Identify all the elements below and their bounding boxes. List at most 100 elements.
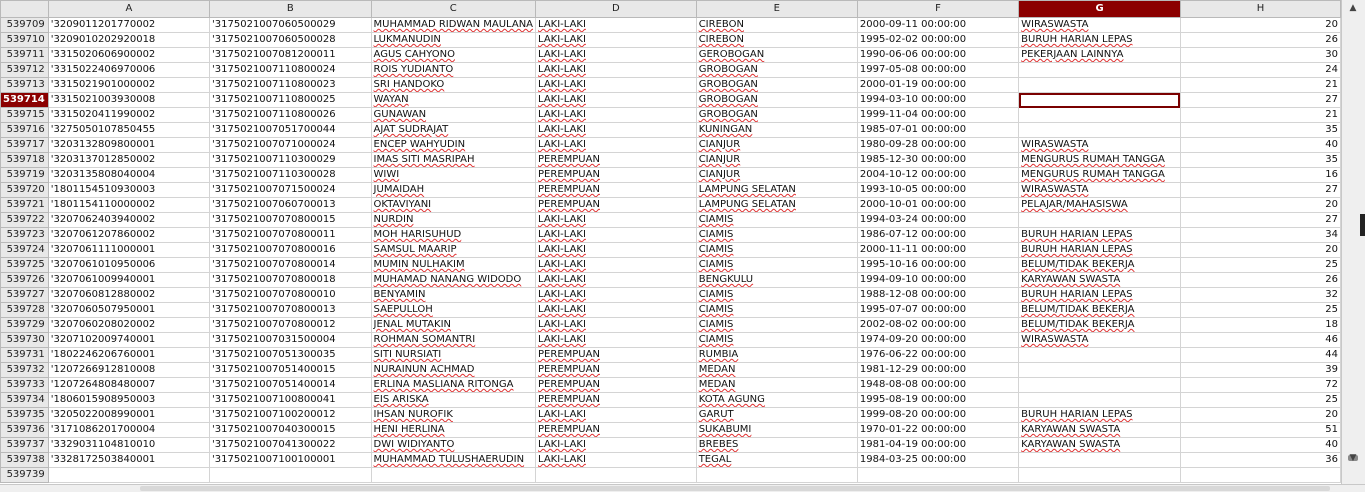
cell-h[interactable]: 26 — [1179, 32, 1341, 48]
cell-g[interactable]: BURUH HARIAN LEPAS — [1018, 287, 1181, 303]
row-header[interactable]: 539727 — [0, 287, 49, 303]
cell-e[interactable]: CIAMIS — [695, 287, 858, 303]
cell-f[interactable]: 2002-08-02 00:00:00 — [856, 317, 1020, 333]
cell-h[interactable]: 20 — [1179, 17, 1341, 33]
cell-c[interactable]: WIWI — [370, 167, 537, 183]
cell-a[interactable]: '3171086201700004 — [47, 422, 211, 438]
cell-c[interactable]: HENI HERLINA — [370, 422, 537, 438]
cell-h[interactable]: 25 — [1179, 257, 1341, 273]
cell-e[interactable]: GROBOGAN — [695, 77, 858, 93]
cell-e[interactable]: SUKABUMI — [695, 422, 858, 438]
cell-a[interactable]: '3315021901000002 — [47, 77, 211, 93]
cell-e[interactable]: GARUT — [695, 407, 858, 423]
cell-g[interactable] — [1018, 452, 1181, 468]
cell-h[interactable]: 21 — [1179, 77, 1341, 93]
cell-e[interactable]: CIAMIS — [695, 257, 858, 273]
cell-b[interactable]: '3175021007070800013 — [209, 302, 372, 318]
cell-b[interactable]: '3175021007110800023 — [209, 77, 372, 93]
cell-b[interactable] — [209, 467, 372, 483]
cell-g[interactable] — [1018, 62, 1181, 78]
cell-a[interactable]: '1806015908950003 — [47, 392, 211, 408]
cell-d[interactable]: LAKI-LAKI — [535, 107, 697, 123]
cell-f[interactable]: 1995-07-07 00:00:00 — [856, 302, 1020, 318]
column-header-c[interactable]: C — [370, 0, 537, 18]
cell-e[interactable]: CIANJUR — [695, 152, 858, 168]
cell-e[interactable]: CIREBON — [695, 32, 858, 48]
cell-g[interactable] — [1018, 122, 1181, 138]
cell-g[interactable]: KARYAWAN SWASTA — [1018, 437, 1181, 453]
row-header[interactable]: 539738 — [0, 452, 49, 468]
cell-b[interactable]: '3175021007110800026 — [209, 107, 372, 123]
cell-h[interactable]: 24 — [1179, 62, 1341, 78]
cell-g[interactable]: KARYAWAN SWASTA — [1018, 422, 1181, 438]
cell-g[interactable]: KARYAWAN SWASTA — [1018, 272, 1181, 288]
cell-b[interactable]: '3175021007041300022 — [209, 437, 372, 453]
cell-b[interactable]: '3175021007040300015 — [209, 422, 372, 438]
cell-f[interactable]: 1999-11-04 00:00:00 — [856, 107, 1020, 123]
cell-d[interactable]: LAKI-LAKI — [535, 242, 697, 258]
cell-d[interactable]: LAKI-LAKI — [535, 332, 697, 348]
cell-a[interactable]: '3207061010950006 — [47, 257, 211, 273]
row-header[interactable]: 539720 — [0, 182, 49, 198]
cell-c[interactable]: LUKMANUDIN — [370, 32, 537, 48]
row-header[interactable]: 539722 — [0, 212, 49, 228]
cell-c[interactable]: MOH HARISUHUD — [370, 227, 537, 243]
cell-b[interactable]: '3175021007051300035 — [209, 347, 372, 363]
cell-g[interactable]: BURUH HARIAN LEPAS — [1018, 407, 1181, 423]
cell-f[interactable]: 1985-12-30 00:00:00 — [856, 152, 1020, 168]
row-header[interactable]: 539736 — [0, 422, 49, 438]
cell-d[interactable]: LAKI-LAKI — [535, 212, 697, 228]
cell-g[interactable]: BELUM/TIDAK BEKERJA — [1018, 302, 1181, 318]
cell-b[interactable]: '3175021007100100001 — [209, 452, 372, 468]
row-header[interactable]: 539711 — [0, 47, 49, 63]
sidebar-collapse-handle-icon[interactable] — [1360, 214, 1365, 236]
cell-a[interactable]: '3207061111000001 — [47, 242, 211, 258]
cell-c[interactable]: ERLINA MASLIANA RITONGA — [370, 377, 537, 393]
row-header[interactable]: 539710 — [0, 32, 49, 48]
cell-c[interactable]: SAEPULLOH — [370, 302, 537, 318]
cell-h[interactable]: 36 — [1179, 452, 1341, 468]
cell-f[interactable]: 1974-09-20 00:00:00 — [856, 332, 1020, 348]
row-header[interactable]: 539732 — [0, 362, 49, 378]
cell-a[interactable]: '3315020411990002 — [47, 107, 211, 123]
cell-f[interactable]: 1995-02-02 00:00:00 — [856, 32, 1020, 48]
cell-b[interactable]: '3175021007110800025 — [209, 92, 372, 108]
cell-f[interactable]: 1995-10-16 00:00:00 — [856, 257, 1020, 273]
cell-h[interactable]: 21 — [1179, 107, 1341, 123]
row-header[interactable]: 539724 — [0, 242, 49, 258]
cell-b[interactable]: '3175021007070800015 — [209, 212, 372, 228]
cell-b[interactable]: '3175021007110800024 — [209, 62, 372, 78]
cell-g[interactable]: BURUH HARIAN LEPAS — [1018, 242, 1181, 258]
cell-g[interactable]: WIRASWASTA — [1018, 17, 1181, 33]
cell-a[interactable]: '3207061009940001 — [47, 272, 211, 288]
cell-c[interactable]: MUHAMMAD TULUSHAERUDIN — [370, 452, 537, 468]
cell-h[interactable]: 46 — [1179, 332, 1341, 348]
cell-g[interactable]: PELAJAR/MAHASISWA — [1018, 197, 1181, 213]
cell-e[interactable]: MEDAN — [695, 377, 858, 393]
cell-h[interactable]: 39 — [1179, 362, 1341, 378]
cell-d[interactable]: LAKI-LAKI — [535, 257, 697, 273]
cell-d[interactable]: PEREMPUAN — [535, 152, 697, 168]
cell-e[interactable]: LAMPUNG SELATAN — [695, 197, 858, 213]
cell-a[interactable]: '3203137012850002 — [47, 152, 211, 168]
cell-f[interactable]: 2000-10-01 00:00:00 — [856, 197, 1020, 213]
cell-g[interactable]: BELUM/TIDAK BEKERJA — [1018, 257, 1181, 273]
cell-c[interactable]: ROHMAN SOMANTRI — [370, 332, 537, 348]
cell-e[interactable] — [695, 467, 858, 483]
cell-d[interactable]: LAKI-LAKI — [535, 272, 697, 288]
cell-b[interactable]: '3175021007060500028 — [209, 32, 372, 48]
cell-c[interactable]: MUMIN NULHAKIM — [370, 257, 537, 273]
cell-c[interactable]: NURAINUN ACHMAD — [370, 362, 537, 378]
cell-h[interactable]: 18 — [1179, 317, 1341, 333]
cell-h[interactable]: 35 — [1179, 122, 1341, 138]
cell-g[interactable]: WIRASWASTA — [1018, 137, 1181, 153]
cell-c[interactable]: AGUS CAHYONO — [370, 47, 537, 63]
cell-f[interactable]: 2000-11-11 00:00:00 — [856, 242, 1020, 258]
cell-g[interactable] — [1018, 467, 1181, 483]
cell-d[interactable]: LAKI-LAKI — [535, 17, 697, 33]
cell-f[interactable]: 1990-06-06 00:00:00 — [856, 47, 1020, 63]
cell-h[interactable]: 27 — [1179, 92, 1341, 108]
cell-e[interactable]: CIAMIS — [695, 242, 858, 258]
column-header-h[interactable]: H — [1179, 0, 1341, 18]
cell-h[interactable]: 20 — [1179, 197, 1341, 213]
